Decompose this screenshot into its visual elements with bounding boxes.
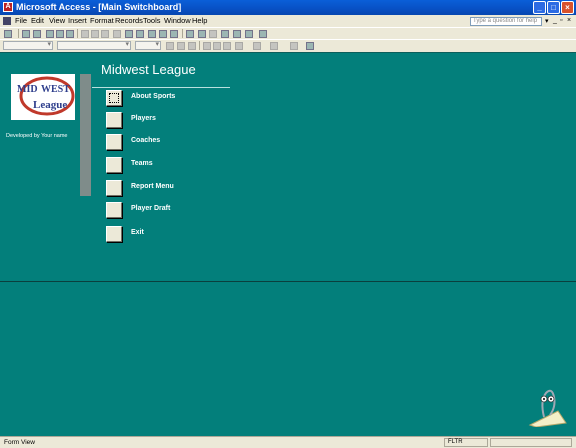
teams-label[interactable]: Teams <box>131 160 153 167</box>
league-logo: MID WEST League <box>11 74 75 120</box>
menu-bar: File Edit View Insert Format Records Too… <box>0 15 576 27</box>
menu-help[interactable]: Help <box>192 16 207 25</box>
form-view-toolbar <box>0 27 576 39</box>
new-record-icon[interactable] <box>198 30 206 38</box>
exit-label[interactable]: Exit <box>131 229 144 236</box>
mdi-restore-icon[interactable]: ▫ <box>560 17 562 24</box>
apply-filter-icon[interactable] <box>170 30 178 38</box>
page-title: Midwest League <box>101 62 196 77</box>
svg-text:WEST: WEST <box>41 84 70 95</box>
align-left-icon[interactable] <box>203 42 211 50</box>
menu-window[interactable]: Window <box>164 16 191 25</box>
about-sports-label[interactable]: About Sports <box>131 93 175 100</box>
teams-button[interactable] <box>106 157 122 173</box>
fill-color-icon[interactable] <box>235 42 243 50</box>
font-color-icon[interactable] <box>253 42 261 50</box>
filter-indicator: FLTR <box>444 438 488 447</box>
mdi-minimize-icon[interactable]: _ <box>553 17 557 24</box>
exit-button[interactable] <box>106 226 122 242</box>
minimize-button[interactable]: _ <box>533 1 546 14</box>
report-menu-button[interactable] <box>106 180 122 196</box>
save-icon[interactable] <box>22 30 30 38</box>
delete-record-icon[interactable] <box>209 30 217 38</box>
sort-descending-icon[interactable] <box>136 30 144 38</box>
view-icon[interactable] <box>4 30 12 38</box>
players-label[interactable]: Players <box>131 115 156 122</box>
menu-format[interactable]: Format <box>90 16 114 25</box>
svg-text:MID: MID <box>17 84 38 95</box>
undo-icon[interactable] <box>113 30 121 38</box>
underline-icon[interactable] <box>188 42 196 50</box>
line-width-icon[interactable] <box>290 42 298 50</box>
bold-icon[interactable] <box>166 42 174 50</box>
sort-ascending-icon[interactable] <box>125 30 133 38</box>
help-icon[interactable] <box>259 30 267 38</box>
status-mode: Form View <box>4 439 35 446</box>
form-document-icon[interactable] <box>3 17 11 25</box>
title-underline <box>92 87 230 88</box>
help-question-input[interactable]: Type a question for help <box>470 17 542 26</box>
office-assistant-clippy-icon[interactable] <box>528 387 568 428</box>
align-center-icon[interactable] <box>213 42 221 50</box>
coaches-label[interactable]: Coaches <box>131 137 160 144</box>
spelling-icon[interactable] <box>66 30 74 38</box>
menu-tools[interactable]: Tools <box>143 16 161 25</box>
print-icon[interactable] <box>46 30 54 38</box>
window-title: Microsoft Access - [Main Switchboard] <box>16 2 182 12</box>
file-search-icon[interactable] <box>33 30 41 38</box>
svg-text:League: League <box>33 99 67 111</box>
menu-records[interactable]: Records <box>115 16 143 25</box>
cut-icon[interactable] <box>81 30 89 38</box>
coaches-button[interactable] <box>106 134 122 150</box>
italic-icon[interactable] <box>177 42 185 50</box>
report-menu-label[interactable]: Report Menu <box>131 183 174 190</box>
object-select[interactable] <box>3 40 53 50</box>
copy-icon[interactable] <box>91 30 99 38</box>
align-right-icon[interactable] <box>223 42 231 50</box>
paste-icon[interactable] <box>101 30 109 38</box>
font-size-select[interactable] <box>135 40 161 50</box>
developer-credit: Developed by Your name <box>6 133 68 139</box>
properties-icon[interactable] <box>221 30 229 38</box>
database-window-icon[interactable] <box>233 30 241 38</box>
form-section-divider <box>0 281 576 282</box>
switchboard-form: MID WEST League Developed by Your name M… <box>0 52 576 436</box>
print-preview-icon[interactable] <box>56 30 64 38</box>
help-dropdown-icon[interactable]: ▾ <box>545 17 549 25</box>
title-bar[interactable]: A Microsoft Access - [Main Switchboard] … <box>0 0 576 15</box>
access-app-icon[interactable]: A <box>3 2 13 12</box>
player-draft-label[interactable]: Player Draft <box>131 205 170 212</box>
special-effect-icon[interactable] <box>306 42 314 50</box>
close-button[interactable]: × <box>561 1 574 14</box>
menu-file[interactable]: File <box>15 16 27 25</box>
formatting-toolbar <box>0 39 576 51</box>
status-panel-empty <box>490 438 572 447</box>
decorative-bar <box>80 74 91 196</box>
menu-view[interactable]: View <box>49 16 65 25</box>
status-bar: Form View FLTR <box>0 436 576 448</box>
player-draft-button[interactable] <box>106 202 122 218</box>
line-color-icon[interactable] <box>270 42 278 50</box>
players-button[interactable] <box>106 112 122 128</box>
filter-by-selection-icon[interactable] <box>148 30 156 38</box>
mdi-close-icon[interactable]: × <box>567 17 571 24</box>
maximize-button[interactable]: □ <box>547 1 560 14</box>
menu-insert[interactable]: Insert <box>68 16 87 25</box>
new-object-icon[interactable] <box>245 30 253 38</box>
filter-by-form-icon[interactable] <box>159 30 167 38</box>
find-icon[interactable] <box>186 30 194 38</box>
font-name-select[interactable] <box>57 40 131 50</box>
about-sports-button[interactable] <box>106 90 122 106</box>
menu-edit[interactable]: Edit <box>31 16 44 25</box>
